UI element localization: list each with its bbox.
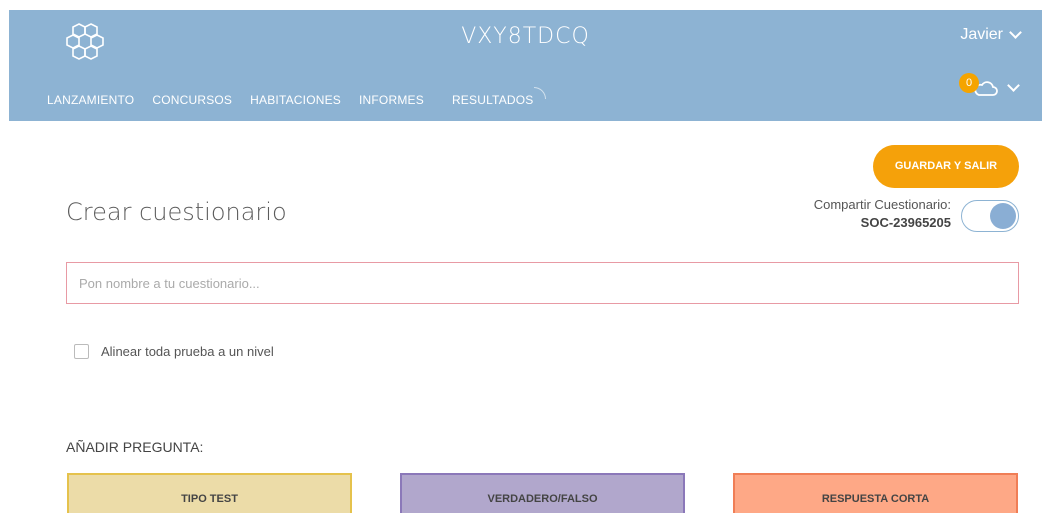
- cloud-icon: 0: [959, 73, 999, 99]
- cloud-menu[interactable]: 0: [959, 73, 1020, 99]
- user-menu[interactable]: Javier: [960, 26, 1022, 44]
- share-code: SOC-23965205: [860, 215, 951, 230]
- question-type-true-false-button[interactable]: VERDADERO/FALSO: [400, 473, 685, 513]
- user-name: Javier: [960, 26, 1003, 43]
- chevron-down-icon: [1009, 26, 1022, 39]
- nav-item-concursos[interactable]: CONCURSOS: [152, 93, 232, 107]
- question-type-multiple-choice-button[interactable]: TIPO TEST: [67, 473, 352, 513]
- question-type-short-answer-button[interactable]: RESPUESTA CORTA: [733, 473, 1018, 513]
- top-header: VXY8TDCQ Javier LANZAMIENTO CONCURSOS HA…: [9, 10, 1042, 121]
- align-level-row: Alinear toda prueba a un nivel: [74, 344, 274, 359]
- save-and-exit-button[interactable]: GUARDAR Y SALIR: [873, 145, 1019, 188]
- page-title: Crear cuestionario: [66, 198, 287, 226]
- add-question-heading: AÑADIR PREGUNTA:: [66, 439, 204, 455]
- nav-item-lanzamiento[interactable]: LANZAMIENTO: [47, 93, 134, 107]
- room-code: VXY8TDCQ: [461, 24, 590, 49]
- share-label-text: Compartir Cuestionario:: [813, 197, 951, 212]
- signal-icon: [533, 87, 546, 99]
- nav-item-resultados-label: RESULTADOS: [451, 93, 534, 107]
- main-nav: LANZAMIENTO CONCURSOS HABITACIONES INFOR…: [47, 87, 552, 107]
- nav-item-habitaciones[interactable]: HABITACIONES: [250, 93, 341, 107]
- notification-badge: 0: [959, 73, 979, 93]
- nav-item-informes[interactable]: INFORMES: [359, 93, 424, 107]
- toggle-knob: [990, 203, 1016, 229]
- quiz-name-input[interactable]: [66, 262, 1019, 304]
- share-quiz-label: Compartir Cuestionario: SOC-23965205: [814, 196, 951, 232]
- share-toggle[interactable]: [961, 200, 1019, 232]
- align-level-label: Alinear toda prueba a un nivel: [101, 344, 274, 359]
- nav-item-resultados[interactable]: RESULTADOS: [451, 87, 546, 107]
- chevron-down-icon: [1007, 79, 1020, 92]
- align-level-checkbox[interactable]: [74, 344, 89, 359]
